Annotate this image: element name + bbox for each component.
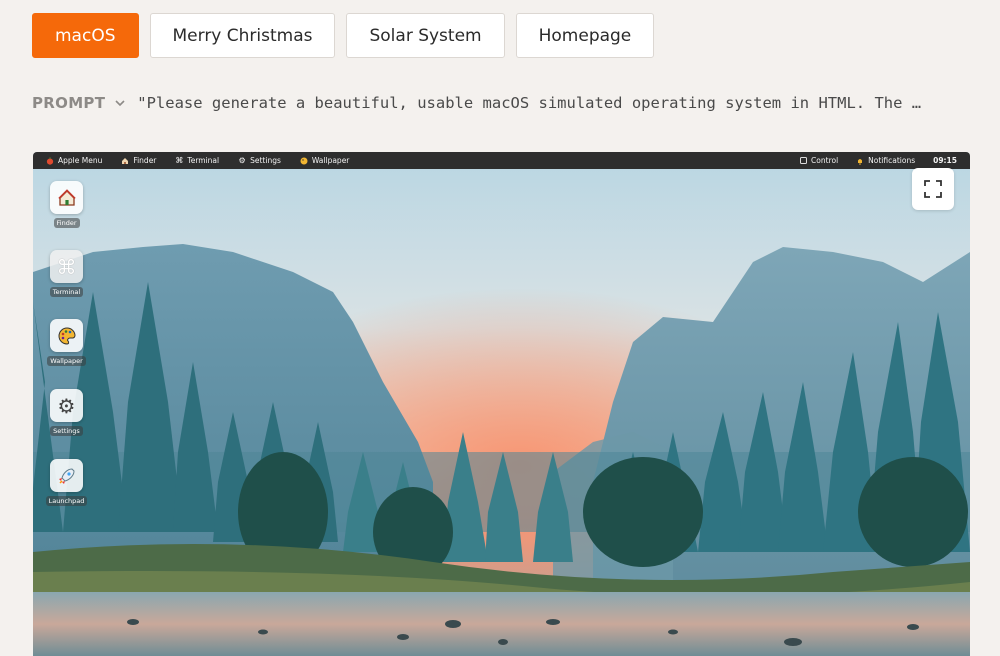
desktop-icon-terminal-label: Terminal <box>49 287 84 297</box>
prompt-row: PROMPT "Please generate a beautiful, usa… <box>32 94 972 112</box>
tab-solar-system[interactable]: Solar System <box>346 13 505 58</box>
desktop-icon-terminal[interactable]: ⌘ Terminal <box>48 250 85 297</box>
gear-icon: ⚙ <box>238 156 246 165</box>
desktop-icon-wallpaper[interactable]: Wallpaper <box>47 319 86 366</box>
desktop-icon-launchpad-label: Launchpad <box>45 496 88 506</box>
menu-wallpaper-label: Wallpaper <box>311 156 350 165</box>
menu-terminal[interactable]: ⌘ Terminal <box>175 156 219 165</box>
gear-icon: ⚙ <box>50 389 83 422</box>
desktop-icon-settings[interactable]: ⚙ Settings <box>48 389 85 436</box>
menu-control-label: Control <box>811 156 839 165</box>
house-icon <box>50 181 83 214</box>
desktop-icon-settings-label: Settings <box>50 426 83 436</box>
menu-notifications[interactable]: Notifications <box>856 156 915 165</box>
bell-icon <box>856 157 864 165</box>
menu-wallpaper[interactable]: Wallpaper <box>300 156 350 165</box>
desktop-icon-finder-label: Finder <box>53 218 80 228</box>
expand-icon <box>923 179 943 199</box>
prompt-label: PROMPT <box>32 94 106 112</box>
home-icon <box>121 157 129 165</box>
rocket-icon <box>50 459 83 492</box>
wallpaper-image <box>33 152 970 656</box>
desktop-icon-launchpad[interactable]: Launchpad <box>45 459 88 506</box>
example-tabs: macOS Merry Christmas Solar System Homep… <box>32 13 655 58</box>
apple-icon <box>46 156 54 165</box>
menu-finder[interactable]: Finder <box>121 156 156 165</box>
tab-merry-christmas[interactable]: Merry Christmas <box>149 13 336 58</box>
menu-notifications-label: Notifications <box>868 156 916 165</box>
desktop-icon-wallpaper-label: Wallpaper <box>47 356 86 366</box>
palette-icon <box>300 157 308 165</box>
menu-control[interactable]: Control <box>799 156 838 165</box>
desktop-icon-finder[interactable]: Finder <box>48 181 85 228</box>
fullscreen-button[interactable] <box>912 168 954 210</box>
menu-settings-label: Settings <box>250 156 281 165</box>
chevron-down-icon[interactable] <box>115 99 125 107</box>
macos-preview[interactable]: Apple Menu Finder ⌘ Terminal ⚙ Settings … <box>33 152 970 656</box>
menu-finder-label: Finder <box>133 156 157 165</box>
palette-icon <box>50 319 83 352</box>
menu-apple-label: Apple Menu <box>58 156 103 165</box>
command-icon: ⌘ <box>50 250 83 283</box>
tab-macos[interactable]: macOS <box>32 13 139 58</box>
command-icon: ⌘ <box>175 156 184 165</box>
menu-apple[interactable]: Apple Menu <box>46 156 102 165</box>
prompt-text[interactable]: "Please generate a beautiful, usable mac… <box>137 94 972 112</box>
menu-settings[interactable]: ⚙ Settings <box>238 156 281 165</box>
menu-terminal-label: Terminal <box>187 156 220 165</box>
control-icon <box>799 157 807 165</box>
menu-clock[interactable]: 09:15 <box>933 156 957 165</box>
menu-bar: Apple Menu Finder ⌘ Terminal ⚙ Settings … <box>33 152 970 169</box>
tab-homepage[interactable]: Homepage <box>515 13 655 58</box>
